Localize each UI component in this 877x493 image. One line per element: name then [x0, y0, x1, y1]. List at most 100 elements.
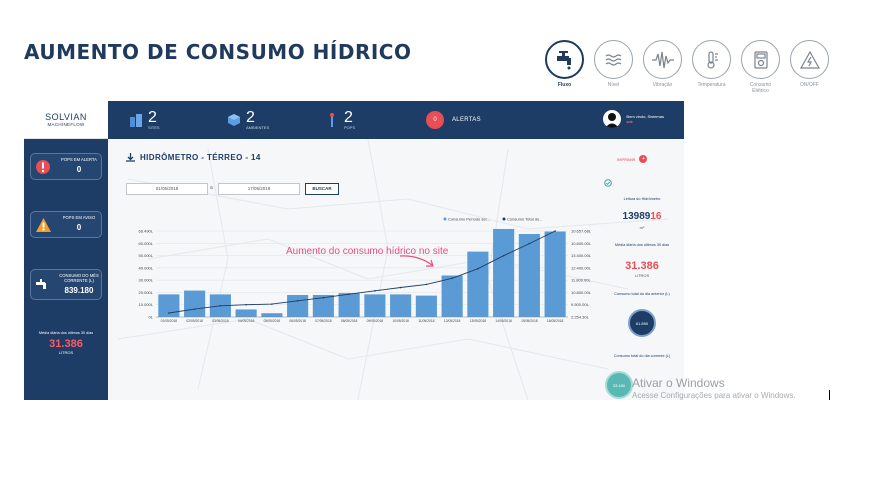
reading-label: Leitura do Hidrômetro [623, 197, 661, 201]
avatar [603, 110, 622, 128]
faucet-icon [35, 278, 51, 297]
y-tick-label-left: 20.000L [139, 290, 154, 295]
text-cursor [829, 390, 830, 400]
avg-value: 31.386 [49, 337, 83, 350]
chart-bar [467, 251, 489, 317]
x-tick-label: 07/05/2018 [315, 319, 332, 323]
sensor-label: Fluxo [557, 82, 572, 88]
series-point [502, 254, 505, 257]
series-point [554, 230, 556, 232]
antenna-icon [324, 113, 339, 128]
vibration-icon[interactable] [643, 40, 682, 79]
faucet-icon[interactable] [545, 40, 584, 79]
sensor-temperatura[interactable]: Temperatura [692, 40, 731, 94]
stat-sites[interactable]: 2 SITES [128, 110, 206, 130]
download-icon [126, 153, 135, 162]
series-point [245, 303, 247, 306]
user-menu[interactable]: Bem vindo, Sistemas sair [603, 110, 664, 128]
brand-logo[interactable]: SOLVIAN MACHINEFLOW [24, 101, 108, 139]
y-tick-label-left: 50.000L [139, 253, 154, 258]
series-point [399, 286, 402, 289]
sensor-label: Temperatura [697, 82, 726, 88]
main-content: HIDRÔMETRO - TÉRREO - 14 IMPRIMIR + 01/0… [108, 139, 684, 400]
legend-marker-line [502, 217, 506, 221]
electric-meter-icon[interactable] [741, 40, 780, 79]
top-bar: SOLVIAN MACHINEFLOW 2 SITES 2 AMBIENTES 2P… [24, 101, 684, 139]
sensor-on-off[interactable]: ON/OFF [790, 40, 829, 94]
chart-bar [261, 313, 283, 317]
legend-label-line: Consumo Total do... [507, 217, 543, 222]
x-tick-label: 04/05/2018 [238, 319, 255, 323]
brand-sub: MACHINEFLOW [47, 122, 85, 127]
series-point [193, 308, 196, 310]
x-tick-label: 09/05/2018 [367, 319, 384, 323]
sensor-nivel[interactable]: Nível [594, 40, 633, 94]
x-tick-label: 16/05/2018 [547, 319, 564, 323]
avg-label: Média diária dos últimos 30 dias [38, 331, 94, 335]
sensor-consumo-eletrico[interactable]: Consumo Elétrico [741, 40, 780, 94]
thermometer-icon[interactable] [692, 40, 731, 79]
stat-label: SITES [148, 125, 160, 130]
series-point [322, 296, 325, 299]
card-pops-aviso[interactable]: POPS EM AVISO 0 [30, 211, 102, 238]
x-tick-label: 14/05/2018 [495, 319, 512, 323]
x-tick-label: 13/05/2018 [470, 319, 487, 323]
warning-triangle-icon [35, 217, 52, 238]
stat-pops[interactable]: 2 POPS [324, 110, 402, 130]
y-tick-label-right: 13.400.00L [571, 253, 592, 258]
y-tick-label-left: 10.000L [139, 302, 154, 307]
sensor-label: Nível [607, 82, 620, 88]
series-point [425, 283, 428, 286]
date-to-input[interactable]: 17/05/2018 [218, 183, 300, 195]
sidebar: POPS EM ALERTA 0 POPS EM AVISO 0 CONSUMO… [24, 139, 108, 400]
chart-bar [184, 290, 206, 317]
y-tick-label-right: 10.800.00L [571, 290, 592, 295]
sensor-fluxo[interactable]: Fluxo [545, 40, 584, 94]
slide: AUMENTO DE CONSUMO HÍDRICO Fluxo Nível V… [0, 0, 877, 493]
card-label: POPS EM AVISO [62, 215, 96, 220]
x-tick-label: 06/05/2018 [289, 319, 306, 323]
y-tick-label-left: 0L [149, 315, 154, 320]
chart-bar [518, 234, 540, 317]
buildings-icon [128, 113, 143, 128]
total-cur-circle: 33.180 [605, 371, 633, 399]
logout-link[interactable]: sair [626, 119, 664, 124]
card-pops-alerta[interactable]: POPS EM ALERTA 0 [30, 153, 102, 180]
y-tick-label-right: 2.254.30L [571, 315, 590, 320]
y-tick-label-right: 10.657.68L [571, 229, 592, 234]
search-button[interactable]: BUSCAR [305, 183, 339, 195]
alert-count-badge: 0 [426, 111, 444, 129]
card-value: 0 [76, 223, 82, 232]
daily-average: Média diária dos últimos 30 dias 31.386 … [24, 331, 108, 355]
sensor-label: Consumo Elétrico [749, 82, 772, 94]
page-title: HIDRÔMETRO - TÉRREO - 14 [126, 153, 261, 162]
date-from-input[interactable]: 01/05/2018 [126, 183, 208, 195]
total-cur-label: Consumo total do dia corrente (L) [613, 354, 671, 358]
check-circle-icon [604, 179, 612, 187]
total-prev-label: Consumo total do dia anterior (L) [614, 292, 670, 296]
warning-bolt-icon[interactable] [790, 40, 829, 79]
alert-circle-icon [35, 159, 51, 180]
chart-bar [235, 309, 257, 317]
avg-label: Média diária dos últimos 30 dias [614, 243, 670, 247]
avg-unit: LITROS [634, 273, 650, 278]
alerts-button[interactable]: 0 ALERTAS [426, 111, 481, 129]
legend-marker-bars [443, 217, 447, 221]
stat-ambientes[interactable]: 2 AMBIENTES [226, 110, 304, 130]
x-tick-label: 08/05/2018 [341, 319, 358, 323]
x-tick-label: 10/05/2018 [392, 319, 409, 323]
card-value: 0 [76, 165, 82, 174]
reading-decimal: 16 [650, 211, 662, 222]
stat-value: 2 [344, 109, 353, 126]
sensor-vibracao[interactable]: Vibração [643, 40, 682, 94]
series-point [168, 312, 170, 314]
chart-bar [338, 293, 360, 317]
card-consumo-mes[interactable]: CONSUMO DO MÊS CORRENTE (L) 839.180 [30, 269, 102, 300]
right-panel: Leitura do Hidrômetro 1398916 m³ Média d… [600, 139, 684, 400]
chart-bar [364, 294, 386, 317]
consumption-chart: 68.490L 60.000L 50.000L 40.000L 30.000L 20.00… [139, 217, 592, 324]
windows-activation-watermark: Ativar o Windows Acesse Configurações pa… [632, 376, 828, 400]
chart-bar [544, 231, 566, 317]
brand-name: SOLVIAN [45, 112, 87, 122]
water-level-icon[interactable] [594, 40, 633, 79]
